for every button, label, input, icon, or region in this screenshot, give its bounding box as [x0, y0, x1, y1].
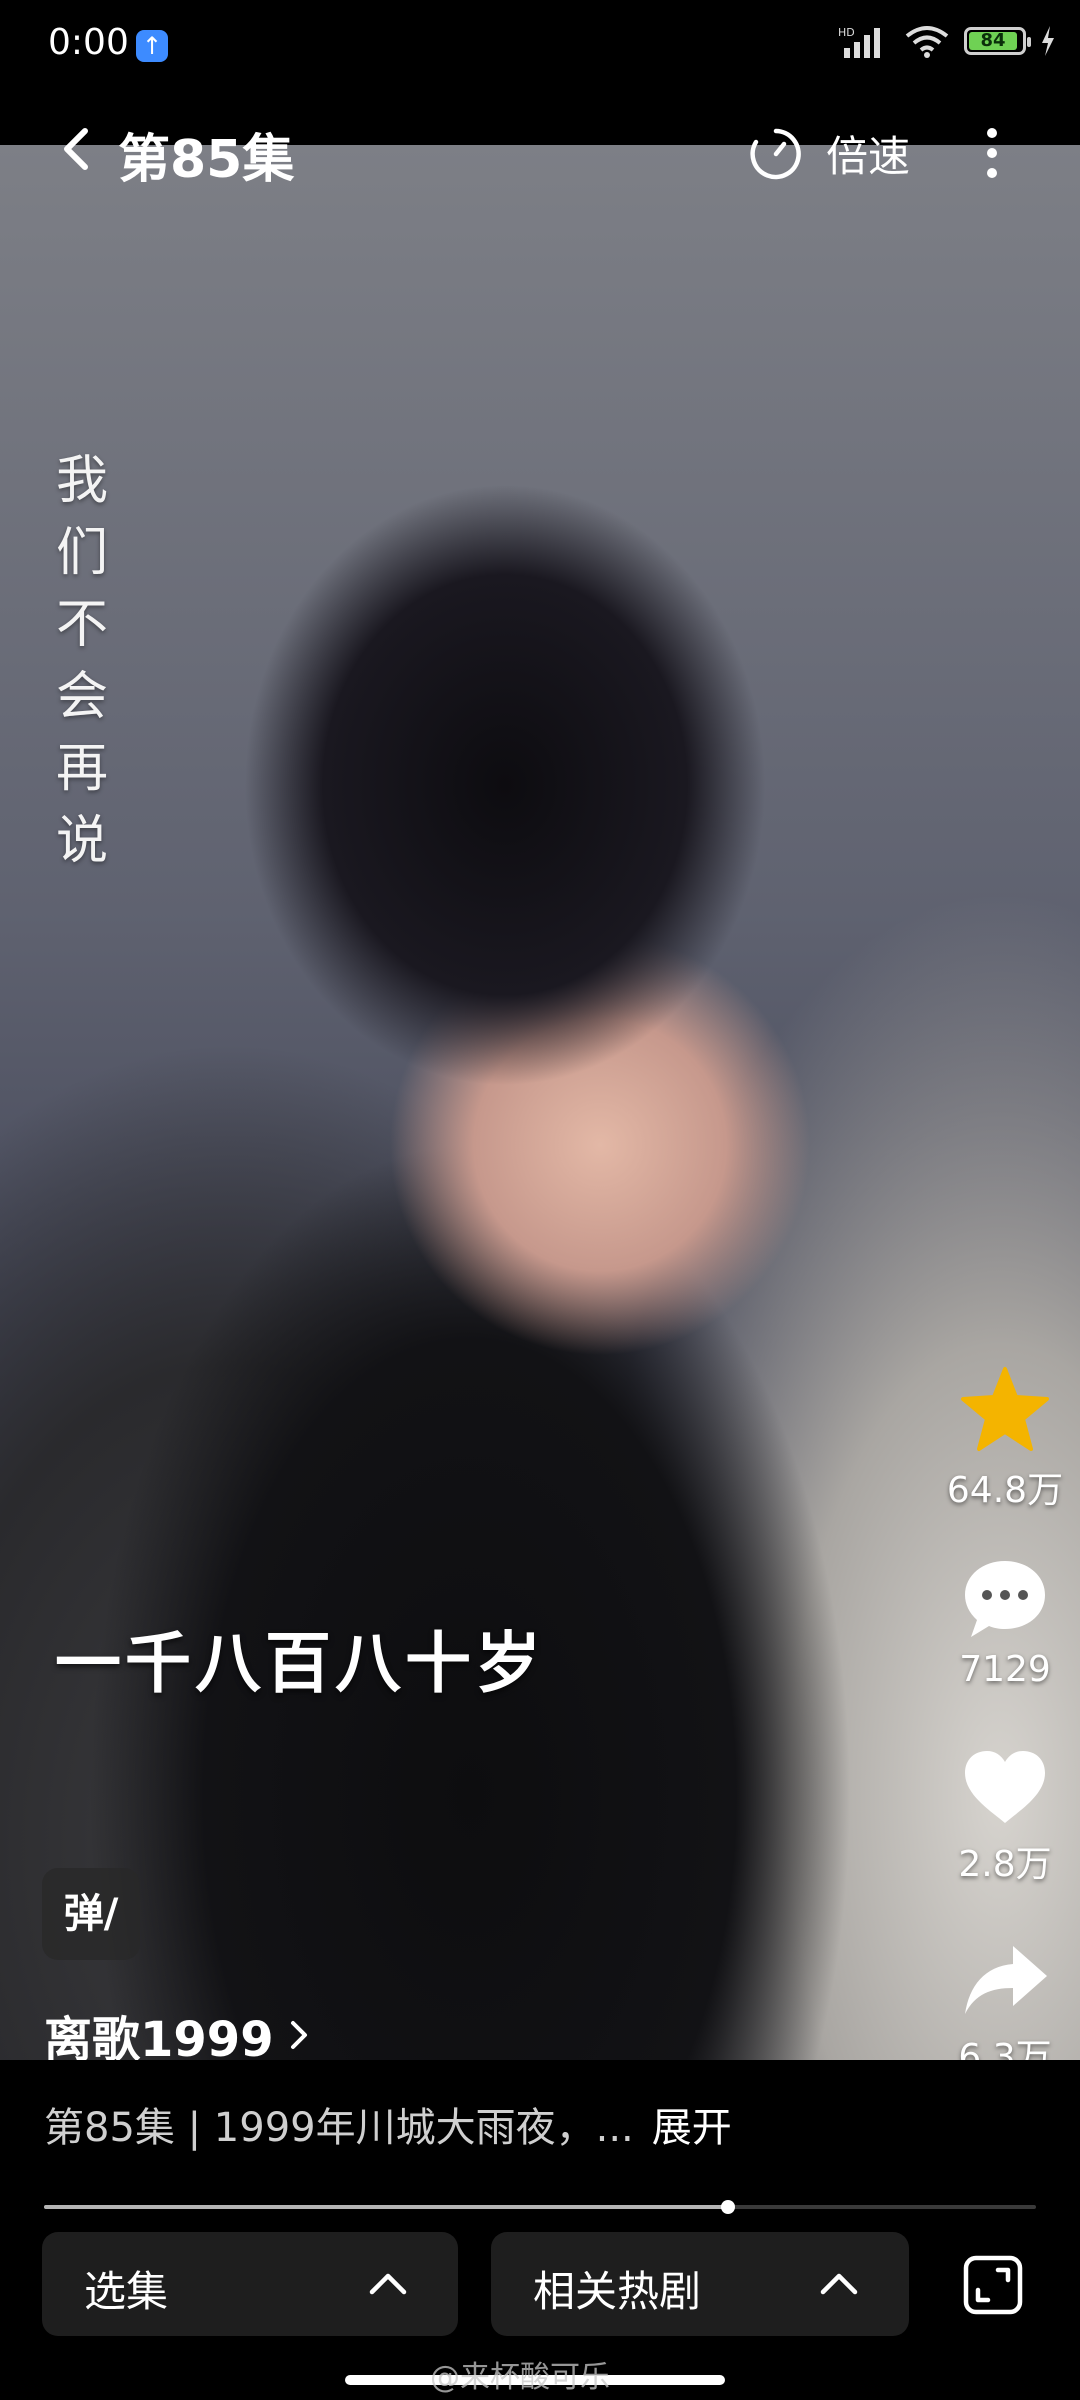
speed-gauge-icon [750, 128, 801, 179]
progress-bar[interactable] [44, 2200, 1036, 2214]
comment-icon [965, 1561, 1045, 1637]
heart-icon [965, 1751, 1045, 1823]
status-bar: 0:00 ↑ HD 84 [0, 0, 1080, 95]
like-count: 2.8万 [958, 1844, 1052, 1885]
comment-button[interactable]: 7129 [930, 1557, 1080, 1690]
progress-fill [44, 2205, 729, 2209]
chevron-right-icon [290, 2021, 307, 2049]
chevron-up-icon [820, 2273, 858, 2295]
video-subtitle: 一千八百八十岁 [55, 1625, 545, 1702]
signal-icon: HD [838, 26, 880, 58]
comment-count: 7129 [959, 1649, 1051, 1690]
bottom-panel: 第85集 | 1999年川城大雨夜，... 展开 选集 相关热剧 @来杯酸可乐 [0, 2060, 1080, 2400]
speed-label: 倍速 [826, 132, 911, 181]
chevron-up-icon [369, 2273, 407, 2295]
battery-icon: 84 [964, 27, 1031, 55]
speed-button[interactable]: 倍速 [748, 123, 910, 184]
fullscreen-icon[interactable] [962, 2254, 1024, 2316]
hd-label: HD [838, 26, 855, 39]
watermark: @来杯酸可乐 [430, 2360, 610, 2395]
progress-knob[interactable] [721, 2200, 736, 2214]
share-icon [965, 1946, 1047, 2014]
danmaku-toggle-button[interactable]: 弹/ [42, 1868, 140, 1960]
collect-count: 64.8万 [946, 1470, 1064, 1511]
like-button[interactable]: 2.8万 [930, 1747, 1080, 1887]
related-dramas-label: 相关热剧 [533, 2267, 702, 2316]
danmaku-label: 弹 [63, 1891, 104, 1937]
back-arrow-icon[interactable] [55, 127, 99, 171]
episodes-label: 选集 [84, 2267, 169, 2316]
collect-button[interactable]: 64.8万 [930, 1365, 1080, 1513]
expand-link[interactable]: 展开 [652, 2105, 732, 2151]
wifi-icon [905, 26, 949, 58]
episode-title: 第85集 [118, 130, 295, 190]
top-bar: 第85集 倍速 [0, 95, 1080, 205]
related-dramas-button[interactable]: 相关热剧 [491, 2232, 909, 2336]
description-text: 第85集 | 1999年川城大雨夜，... [44, 2105, 634, 2151]
episodes-button[interactable]: 选集 [42, 2232, 458, 2336]
episode-description[interactable]: 第85集 | 1999年川城大雨夜，... 展开 [44, 2095, 732, 2153]
danmaku-slash-icon: / [103, 1891, 119, 1937]
more-options-icon[interactable] [978, 125, 1006, 181]
video-player[interactable]: 我们不会再说 一千八百八十岁 [0, 145, 1080, 2060]
star-icon [961, 1367, 1049, 1451]
status-icons: HD 84 [838, 24, 1056, 58]
charging-icon [1042, 26, 1054, 56]
status-time: 0:00 [48, 22, 129, 63]
upload-arrow-icon: ↑ [136, 30, 168, 62]
vertical-lyric: 我们不会再说 [55, 451, 108, 871]
battery-level: 84 [969, 32, 1017, 50]
